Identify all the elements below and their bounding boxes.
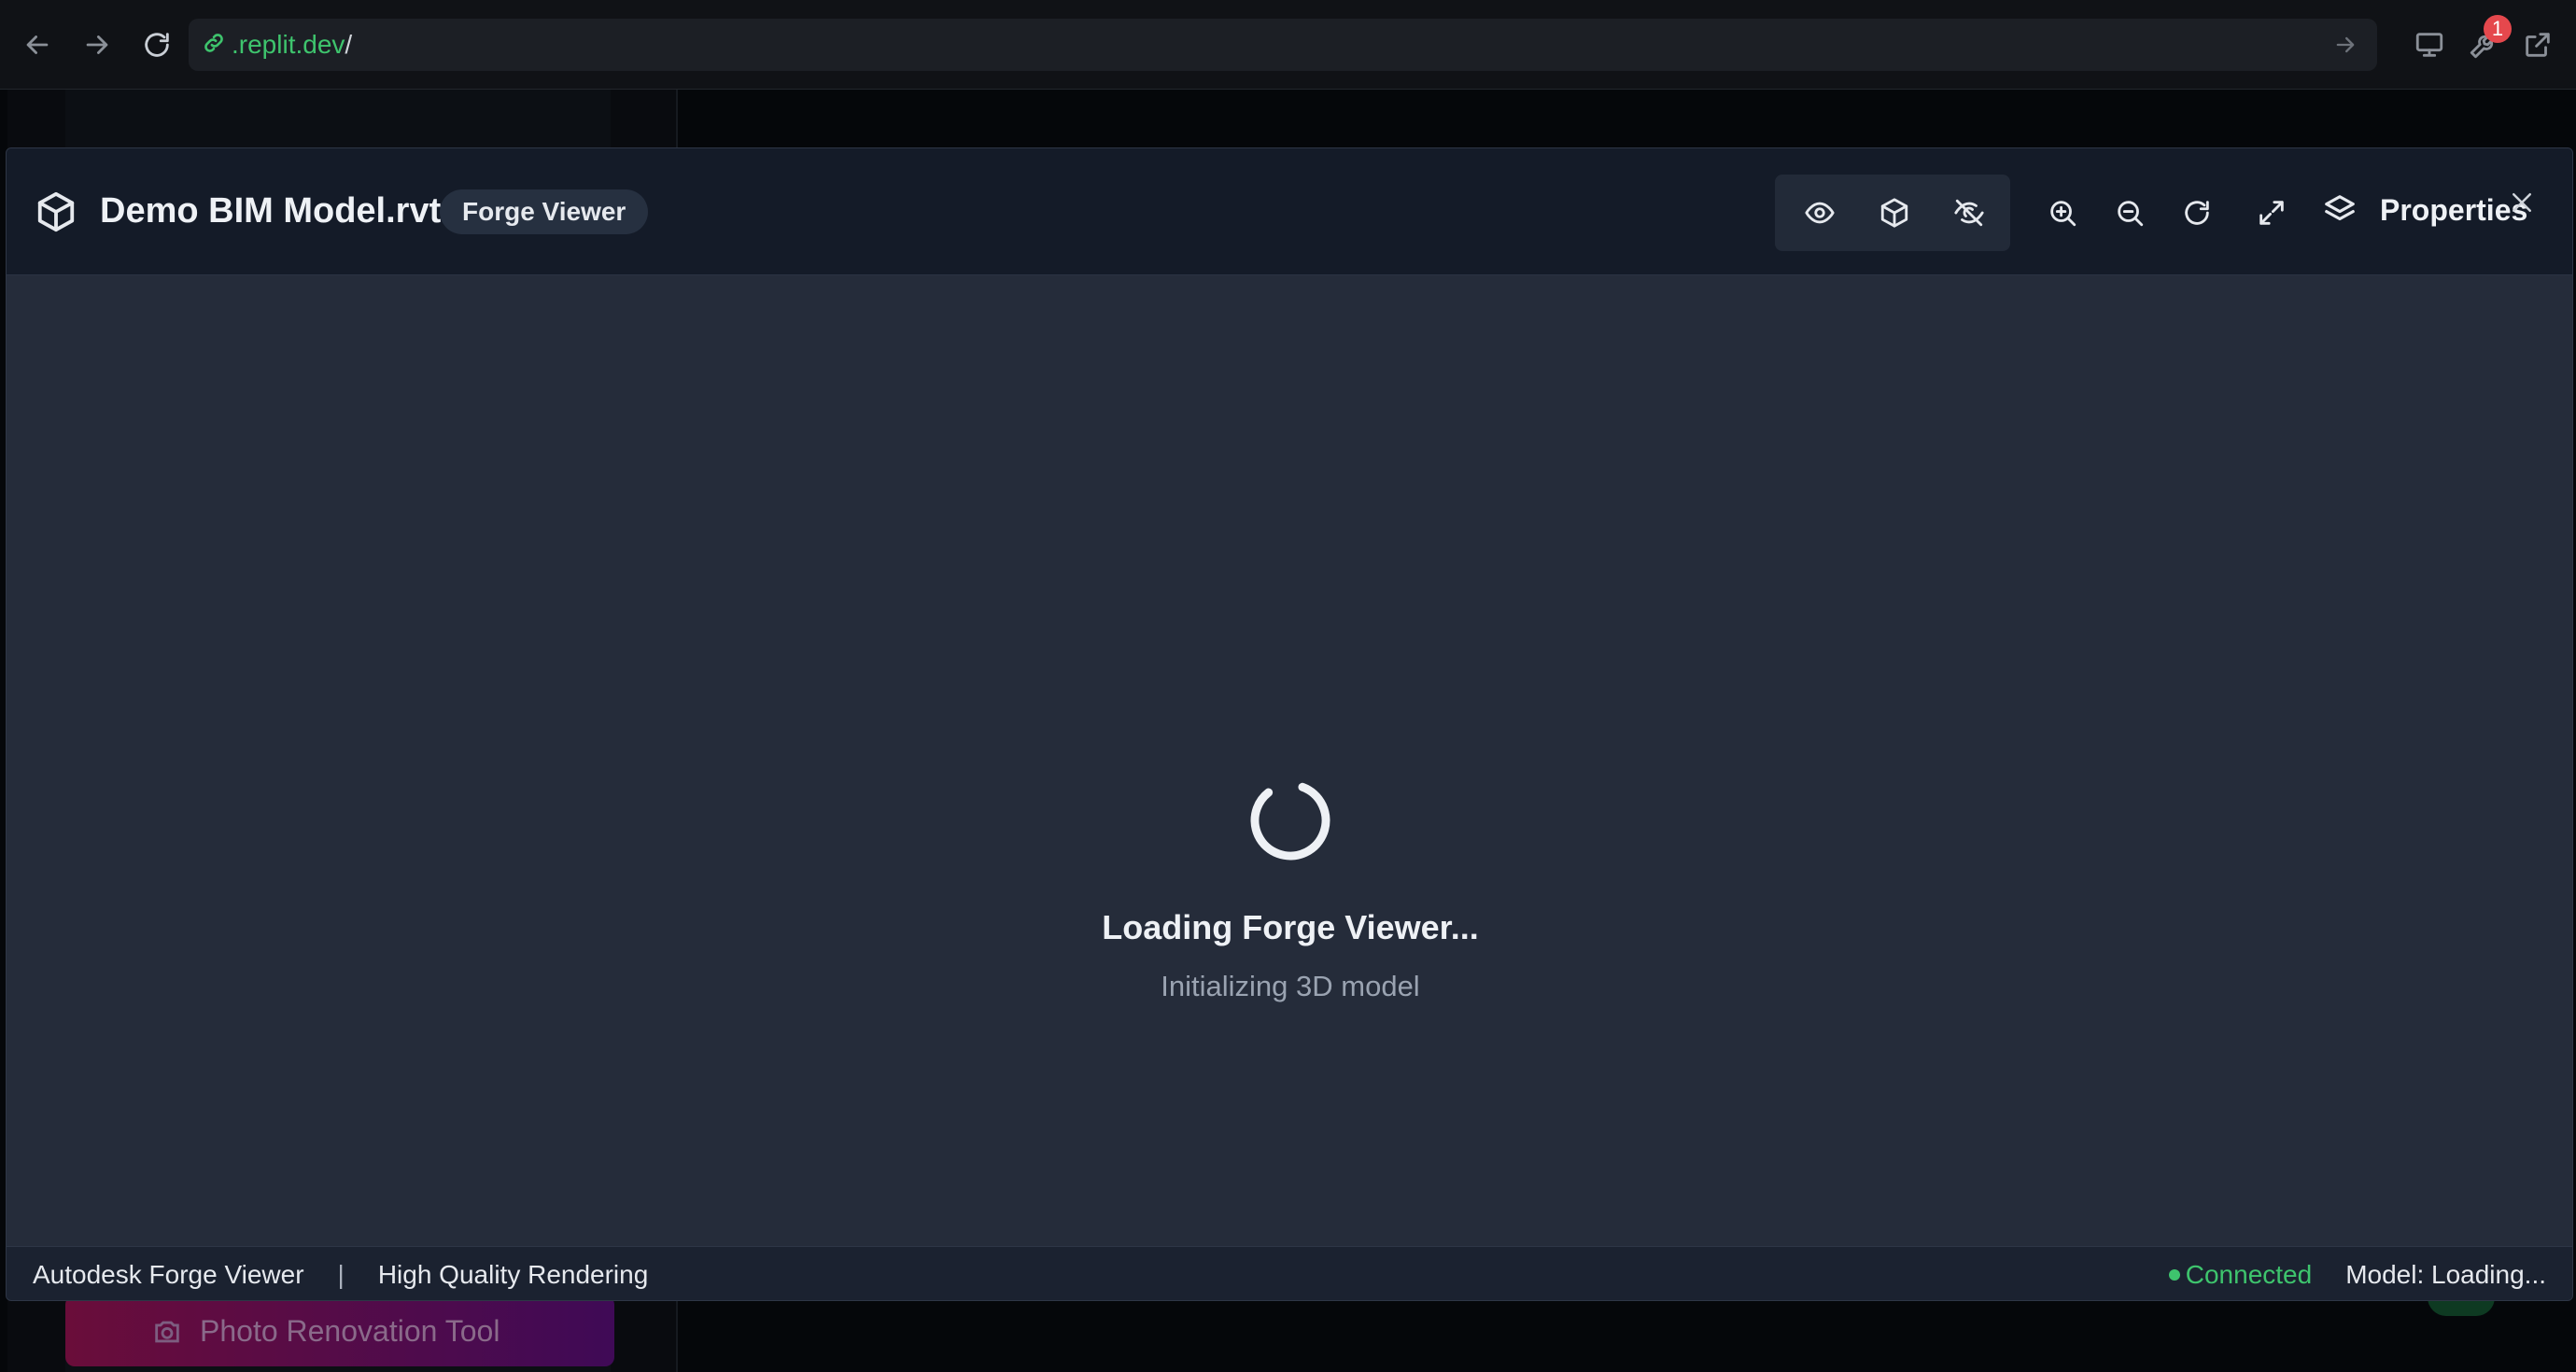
- zoom-in-button[interactable]: [2036, 187, 2089, 239]
- status-bar: Autodesk Forge Viewer | High Quality Ren…: [7, 1246, 2572, 1300]
- external-link-icon: [2526, 33, 2550, 57]
- fullscreen-button[interactable]: [2245, 187, 2298, 239]
- photo-renovation-label: Photo Renovation Tool: [200, 1313, 500, 1348]
- address-bar[interactable]: .replit.dev /: [189, 19, 2377, 71]
- connection-status: Connected: [2185, 1260, 2313, 1289]
- url-host: .replit.dev: [232, 30, 345, 59]
- eye-icon: [1805, 202, 1835, 224]
- forge-viewer-modal: Demo BIM Model.rvt Forge Viewer Properti…: [6, 147, 2573, 1301]
- expand-icon: [2259, 201, 2284, 225]
- link-icon: [202, 31, 226, 60]
- photo-renovation-button: Photo Renovation Tool: [65, 1295, 614, 1366]
- show-all-button[interactable]: [1794, 187, 1846, 239]
- monitor-icon: [2415, 33, 2443, 57]
- devices-button[interactable]: [2407, 22, 2452, 67]
- browser-toolbar: .replit.dev / 1: [0, 0, 2576, 90]
- status-right: Connected Model: Loading...: [2168, 1260, 2546, 1290]
- layers-icon: [2325, 195, 2355, 221]
- open-external-button[interactable]: [2515, 22, 2560, 67]
- status-left: Autodesk Forge Viewer | High Quality Ren…: [33, 1260, 648, 1290]
- status-rendering: High Quality Rendering: [377, 1260, 649, 1289]
- reload-icon: [145, 33, 169, 57]
- cube-icon: [1880, 198, 1908, 228]
- forward-button[interactable]: [75, 22, 120, 67]
- view-mode-group: [1775, 175, 2010, 251]
- cube-icon: [35, 190, 77, 238]
- viewer-badge: Forge Viewer: [440, 189, 649, 234]
- url-path: /: [345, 30, 353, 59]
- go-arrow-icon[interactable]: [2332, 32, 2358, 63]
- rotate-icon: [2185, 201, 2209, 225]
- model-file-name: Demo BIM Model.rvt: [100, 191, 442, 231]
- modal-header: Demo BIM Model.rvt Forge Viewer Properti…: [7, 148, 2572, 275]
- status-separator: |: [337, 1260, 345, 1289]
- camera-icon: [151, 1316, 183, 1355]
- viewer-canvas[interactable]: Loading Forge Viewer... Initializing 3D …: [7, 275, 2572, 1246]
- reset-view-button[interactable]: [2171, 187, 2223, 239]
- connection-dot: [2168, 1269, 2180, 1281]
- isolate-button[interactable]: [1868, 187, 1921, 239]
- properties-button[interactable]: Properties: [2322, 184, 2527, 236]
- model-status: Model: Loading...: [2345, 1260, 2546, 1289]
- spinner-icon: [1246, 776, 1335, 865]
- back-button[interactable]: [15, 22, 60, 67]
- hide-button[interactable]: [1943, 187, 1995, 239]
- forward-arrow-icon: [86, 35, 108, 54]
- back-arrow-icon: [26, 35, 49, 54]
- loading-title: Loading Forge Viewer...: [1102, 908, 1479, 946]
- zoom-in-icon: [2050, 201, 2076, 227]
- eye-off-icon: [1954, 199, 1984, 227]
- reload-button[interactable]: [134, 22, 179, 67]
- zoom-out-icon: [2118, 201, 2144, 227]
- close-icon: [2513, 193, 2531, 212]
- loading-subtitle: Initializing 3D model: [1161, 970, 1420, 1002]
- close-button[interactable]: [2505, 186, 2539, 219]
- status-engine: Autodesk Forge Viewer: [33, 1260, 304, 1289]
- notification-badge: 1: [2484, 15, 2512, 43]
- zoom-out-button[interactable]: [2104, 187, 2156, 239]
